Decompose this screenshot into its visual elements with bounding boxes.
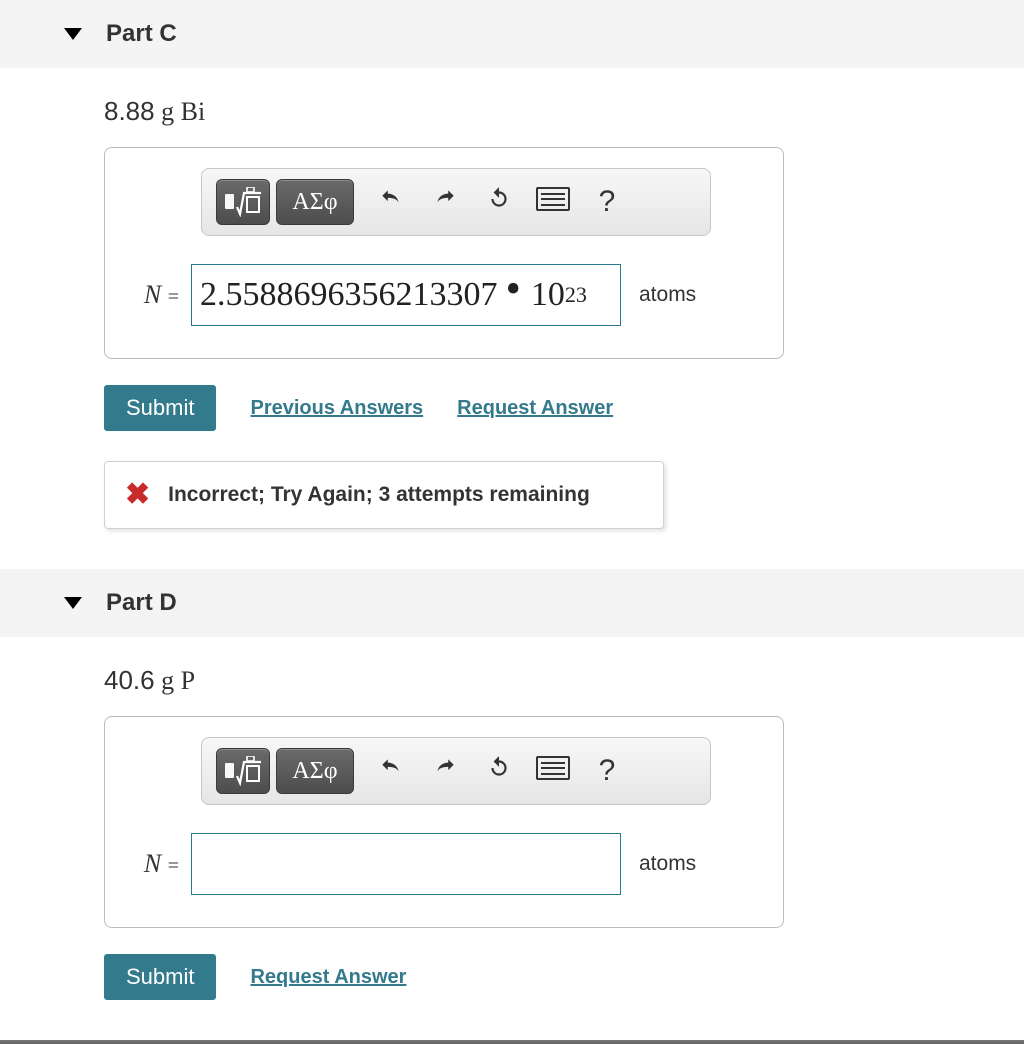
unit-label: atoms bbox=[639, 283, 696, 307]
help-icon: ? bbox=[599, 754, 616, 787]
answer-input-c[interactable]: 2.5588696356213307 • 1023 bbox=[191, 264, 621, 326]
answer-box-c: ΑΣφ bbox=[104, 147, 784, 359]
keyboard-button[interactable] bbox=[536, 756, 570, 787]
reset-button[interactable] bbox=[482, 186, 516, 219]
template-button[interactable] bbox=[216, 179, 270, 225]
greek-label: ΑΣφ bbox=[292, 758, 337, 785]
undo-button[interactable] bbox=[374, 755, 408, 788]
help-button[interactable]: ? bbox=[590, 185, 624, 219]
prompt-element: Bi bbox=[181, 97, 206, 126]
answer-box-d: ΑΣφ bbox=[104, 716, 784, 928]
prompt-element: P bbox=[181, 666, 195, 695]
keyboard-button[interactable] bbox=[536, 187, 570, 218]
collapse-caret-icon bbox=[64, 28, 82, 40]
help-button[interactable]: ? bbox=[590, 754, 624, 788]
help-icon: ? bbox=[599, 185, 616, 218]
undo-icon bbox=[378, 188, 404, 218]
prompt-unit: g bbox=[161, 666, 174, 695]
part-d-title: Part D bbox=[106, 589, 177, 617]
undo-icon bbox=[378, 757, 404, 787]
part-c-header[interactable]: Part C bbox=[0, 0, 1024, 68]
equation-toolbar: ΑΣφ bbox=[201, 168, 711, 236]
feedback-box: ✖ Incorrect; Try Again; 3 attempts remai… bbox=[104, 461, 664, 529]
part-d-prompt: 40.6 g P bbox=[104, 665, 1024, 696]
request-answer-link-d[interactable]: Request Answer bbox=[250, 966, 406, 989]
prompt-value: 40.6 bbox=[104, 665, 155, 695]
variable-label: N = bbox=[127, 280, 179, 310]
redo-icon bbox=[432, 757, 458, 787]
unit-label: atoms bbox=[639, 852, 696, 876]
part-c-title: Part C bbox=[106, 20, 177, 48]
answer-mantissa: 2.5588696356213307 bbox=[200, 276, 498, 314]
previous-answers-link[interactable]: Previous Answers bbox=[250, 397, 423, 420]
redo-button[interactable] bbox=[428, 186, 462, 219]
prompt-value: 8.88 bbox=[104, 96, 155, 126]
submit-button-c[interactable]: Submit bbox=[104, 385, 216, 431]
template-fraction-root-icon bbox=[224, 187, 262, 217]
equation-toolbar: ΑΣφ bbox=[201, 737, 711, 805]
answer-input-d[interactable] bbox=[191, 833, 621, 895]
input-row-c: N = 2.5588696356213307 • 1023 atoms bbox=[127, 264, 761, 326]
request-answer-link-c[interactable]: Request Answer bbox=[457, 397, 613, 420]
variable-label: N = bbox=[127, 849, 179, 879]
template-fraction-root-icon bbox=[224, 756, 262, 786]
part-c-body: 8.88 g Bi ΑΣφ bbox=[0, 96, 1024, 529]
prompt-unit: g bbox=[161, 97, 174, 126]
keyboard-icon bbox=[536, 756, 570, 780]
part-d-section: Part D 40.6 g P bbox=[0, 569, 1024, 1000]
greek-symbols-button[interactable]: ΑΣφ bbox=[276, 748, 354, 794]
incorrect-icon: ✖ bbox=[125, 480, 150, 510]
feedback-text: Incorrect; Try Again; 3 attempts remaini… bbox=[168, 483, 590, 507]
answer-exponent: 23 bbox=[565, 282, 587, 308]
greek-label: ΑΣφ bbox=[292, 189, 337, 216]
reset-icon bbox=[486, 188, 512, 218]
reset-button[interactable] bbox=[482, 755, 516, 788]
keyboard-icon bbox=[536, 187, 570, 211]
reset-icon bbox=[486, 757, 512, 787]
answer-base: 10 bbox=[531, 276, 565, 314]
input-row-d: N = atoms bbox=[127, 833, 761, 895]
part-c-prompt: 8.88 g Bi bbox=[104, 96, 1024, 127]
redo-icon bbox=[432, 188, 458, 218]
template-button[interactable] bbox=[216, 748, 270, 794]
submit-button-d[interactable]: Submit bbox=[104, 954, 216, 1000]
part-d-body: 40.6 g P ΑΣφ bbox=[0, 665, 1024, 1000]
action-row-c: Submit Previous Answers Request Answer bbox=[104, 385, 1024, 431]
collapse-caret-icon bbox=[64, 597, 82, 609]
part-d-header[interactable]: Part D bbox=[0, 569, 1024, 637]
part-c-section: Part C 8.88 g Bi bbox=[0, 0, 1024, 529]
greek-symbols-button[interactable]: ΑΣφ bbox=[276, 179, 354, 225]
window-bottom-bar bbox=[0, 1040, 1024, 1044]
undo-button[interactable] bbox=[374, 186, 408, 219]
redo-button[interactable] bbox=[428, 755, 462, 788]
action-row-d: Submit Request Answer bbox=[104, 954, 1024, 1000]
